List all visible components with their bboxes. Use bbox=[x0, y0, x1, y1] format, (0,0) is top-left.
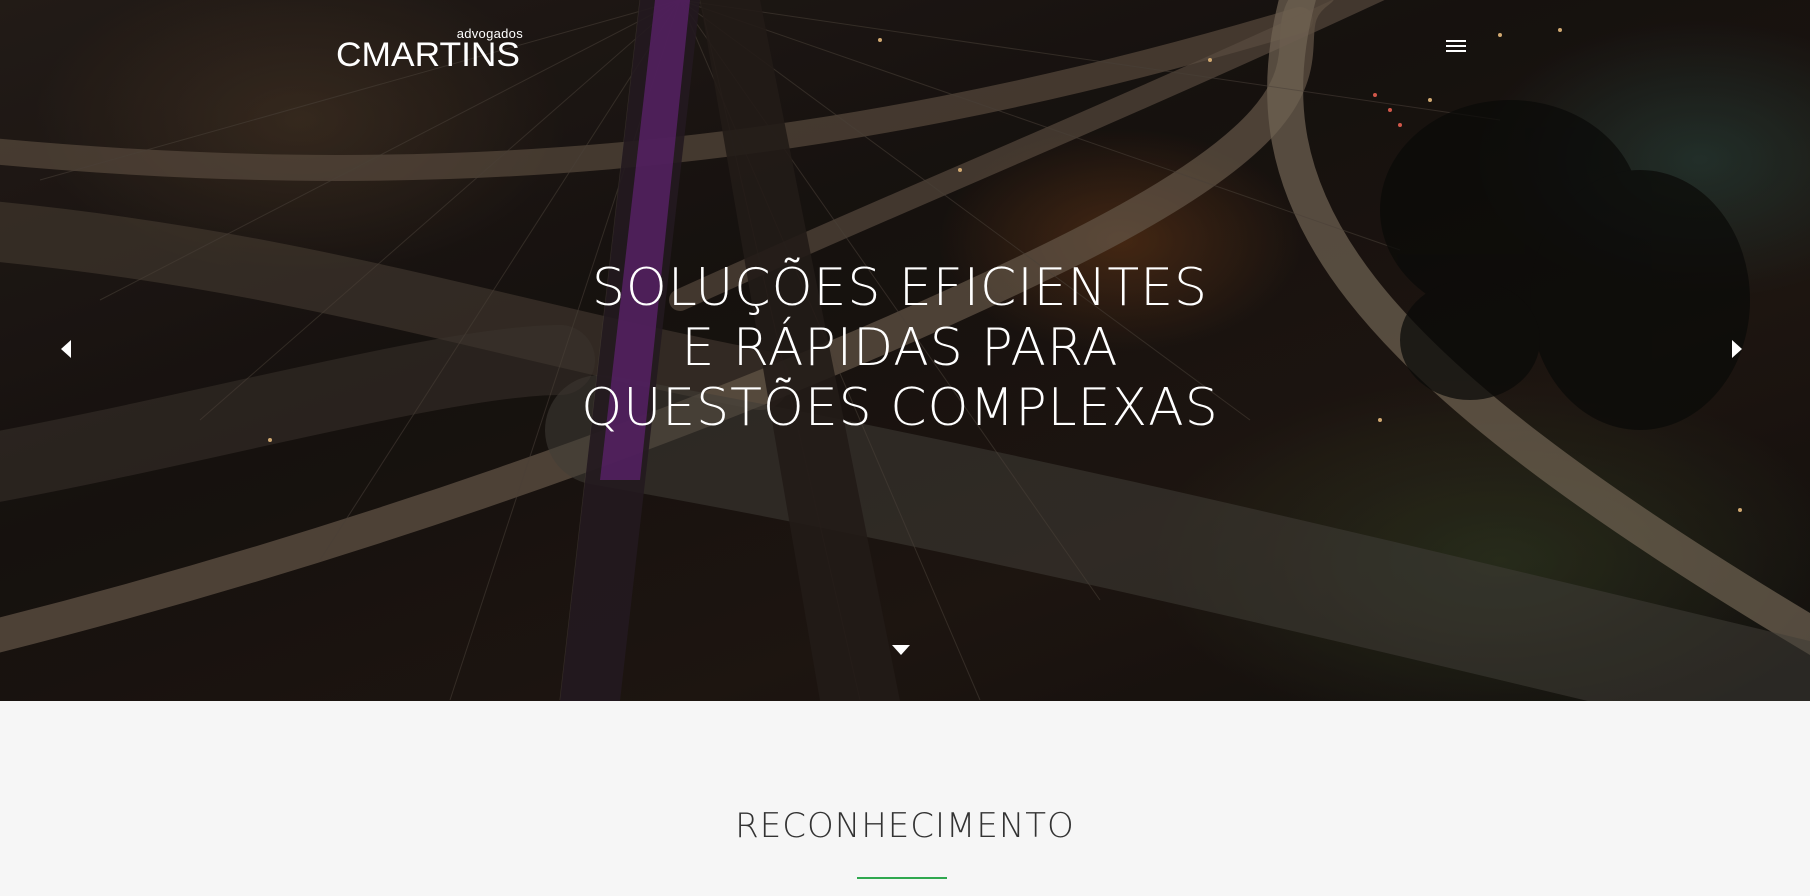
chevron-left-icon[interactable] bbox=[61, 340, 71, 358]
brand-logo[interactable]: advogados CMARTINS bbox=[336, 26, 526, 74]
hero-headline-line-3: QUESTÕES COMPLEXAS bbox=[581, 378, 1219, 438]
hero-headline-line-1: SOLUÇÕES EFICIENTES bbox=[591, 258, 1209, 318]
logo-wordmark: CMARTINS bbox=[336, 36, 521, 74]
chevron-right-icon[interactable] bbox=[1732, 340, 1742, 358]
hero-banner: advogados CMARTINS SOLUÇÕES EFICIENTES E… bbox=[0, 0, 1810, 701]
chevron-down-icon[interactable] bbox=[892, 645, 910, 655]
hero-headline: SOLUÇÕES EFICIENTES E RÁPIDAS PARA QUEST… bbox=[440, 258, 1360, 438]
section-title-underline bbox=[857, 877, 947, 879]
hamburger-menu-icon[interactable] bbox=[1446, 40, 1466, 56]
section-title: RECONHECIMENTO bbox=[735, 806, 1075, 846]
recognition-section bbox=[0, 701, 1810, 896]
hero-headline-line-2: E RÁPIDAS PARA bbox=[681, 318, 1119, 378]
